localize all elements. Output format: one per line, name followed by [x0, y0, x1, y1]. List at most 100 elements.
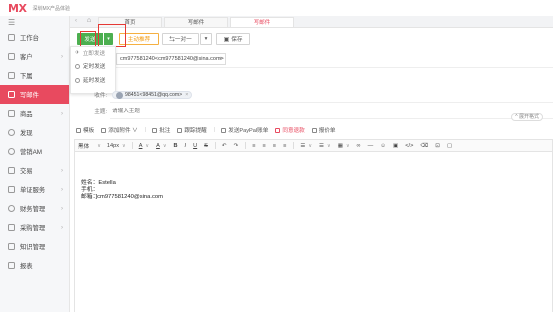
- underline-button[interactable]: U: [193, 143, 197, 149]
- sidebar-item-compose-mail[interactable]: 写邮件: [0, 85, 69, 104]
- annotation-button[interactable]: 批注: [152, 126, 170, 134]
- chevron-down-icon: ∨: [122, 142, 126, 149]
- finance-icon: [8, 205, 15, 212]
- emoji-icon[interactable]: ☺: [380, 143, 386, 149]
- chevron-right-icon: ›: [61, 167, 63, 174]
- discover-icon: [8, 129, 15, 136]
- highlight-color-icon[interactable]: A ∨: [156, 143, 166, 149]
- template-button[interactable]: 模板: [76, 126, 94, 134]
- sidebar-item-knowledge[interactable]: 知识管理: [0, 237, 69, 256]
- send-now-menu-item[interactable]: ✈ 立即发送: [71, 47, 115, 59]
- subject-row: 主题:: [70, 104, 553, 118]
- sidebar-item-procurement[interactable]: 采购管理 ›: [0, 218, 69, 237]
- compose-actions: 模板 添加附件 ∨ | 批注 跟踪提醒 | 发送PayPal账单 同意退款 报价单: [76, 124, 553, 136]
- sidebar-item-label: 财务管理: [20, 206, 46, 213]
- tab-compose-1[interactable]: 写邮件: [164, 17, 228, 27]
- annotation-label: 批注: [159, 128, 171, 134]
- fullscreen-icon[interactable]: ⊡: [435, 143, 440, 149]
- one-to-one-button[interactable]: ⇆一对一: [162, 33, 199, 45]
- font-color-icon[interactable]: A ∨: [139, 143, 149, 149]
- save-button[interactable]: ▣ 保存: [216, 33, 250, 45]
- sidebar-item-products[interactable]: 商品 ›: [0, 104, 69, 123]
- subject-input[interactable]: [112, 108, 412, 114]
- chevron-right-icon: ›: [61, 224, 63, 231]
- code-icon[interactable]: </>: [405, 143, 413, 149]
- bullet-list-icon[interactable]: ☰ ∨: [300, 143, 312, 149]
- compose-mail-icon: [8, 91, 15, 98]
- numbered-list-icon[interactable]: ☰ ∨: [319, 143, 331, 149]
- agree-refund-label: 同意退款: [282, 128, 305, 134]
- sidebar-toggle-icon[interactable]: ☰: [0, 16, 69, 28]
- recipient-row: 收件: 98451<98451@qq.com> ×: [70, 88, 553, 102]
- highlight-send-box: [80, 31, 96, 47]
- sidebar-item-subordinates[interactable]: 下属: [0, 66, 69, 85]
- sender-select[interactable]: cm977581240<cm977581240@sina.com> ▾: [116, 53, 226, 65]
- one-to-one-dropdown-button[interactable]: ▾: [200, 33, 212, 45]
- align-left-icon[interactable]: ≡: [252, 143, 255, 149]
- align-center-icon[interactable]: ≡: [263, 143, 266, 149]
- sidebar-item-reports[interactable]: 报表: [0, 256, 69, 275]
- delayed-send-menu-item[interactable]: 延时发送: [71, 73, 115, 87]
- font-family-value: 黑体: [78, 143, 90, 150]
- align-right-icon[interactable]: ≡: [273, 143, 276, 149]
- sidebar-item-marketing-am[interactable]: 营销AM: [0, 142, 69, 161]
- bold-button[interactable]: B: [174, 143, 178, 149]
- sidebar-item-label: 工作台: [20, 35, 39, 42]
- strikethrough-button[interactable]: S: [204, 143, 208, 149]
- customers-icon: [8, 53, 15, 60]
- home-icon[interactable]: ⌂: [82, 15, 96, 27]
- sidebar-item-finance[interactable]: 财务管理 ›: [0, 199, 69, 218]
- chevron-right-icon: ›: [61, 53, 63, 60]
- clock-icon: [75, 77, 80, 83]
- recipient-chip[interactable]: 98451<98451@qq.com> ×: [112, 91, 193, 99]
- products-icon: [8, 110, 15, 117]
- tab-compose-active[interactable]: 写邮件: [230, 17, 294, 27]
- sender-value: cm977581240<cm977581240@sina.com>: [120, 56, 224, 62]
- undo-icon[interactable]: ↶: [222, 143, 227, 149]
- close-icon[interactable]: ×: [185, 92, 188, 98]
- divider: |: [213, 127, 216, 133]
- quotation-button[interactable]: 报价单: [311, 126, 336, 134]
- tab-prev-icon[interactable]: ‹: [70, 15, 82, 27]
- sidebar-item-customers[interactable]: 客户 ›: [0, 47, 69, 66]
- paypal-invoice-icon: [221, 127, 227, 133]
- sidebar-item-label: 客户: [20, 54, 33, 61]
- italic-button[interactable]: I: [185, 143, 187, 149]
- align-justify-icon[interactable]: ≡: [283, 143, 286, 149]
- signature-block: 姓名：Estella 手机： 邮箱：]cm977581240@sina.com: [81, 180, 163, 201]
- expand-format-button[interactable]: ^ 展开格式: [511, 113, 543, 121]
- image-icon[interactable]: ▣: [393, 143, 398, 149]
- sidebar-item-label: 发现: [20, 130, 33, 137]
- sidebar-item-discover[interactable]: 发现: [0, 123, 69, 142]
- link-icon[interactable]: ∞: [357, 143, 361, 149]
- sidebar-item-workbench[interactable]: 工作台: [0, 28, 69, 47]
- send-now-icon: ✈: [75, 50, 80, 56]
- sidebar: ☰ 工作台 客户 › 下属 写邮件 商品 › 发现 营销AM 交易 › 单证服务 › 财务管理 › 采购管理 ›…: [0, 16, 70, 312]
- sidebar-item-label: 写邮件: [20, 92, 39, 99]
- redo-icon[interactable]: ↷: [234, 143, 239, 149]
- clear-format-icon[interactable]: ⌫: [420, 143, 428, 149]
- preview-icon[interactable]: ▢: [447, 143, 452, 149]
- follow-up-reminder-label: 跟踪提醒: [184, 128, 207, 134]
- sidebar-item-label: 营销AM: [20, 149, 43, 156]
- table-icon[interactable]: ▦ ∨: [338, 143, 350, 149]
- font-size-select[interactable]: 14px ∨: [107, 143, 126, 149]
- company-name: 深圳MX产品体验: [32, 5, 70, 12]
- font-family-select[interactable]: 黑体 ∨: [78, 142, 101, 150]
- follow-up-reminder-button[interactable]: 跟踪提醒: [177, 126, 207, 134]
- procurement-icon: [8, 224, 15, 231]
- divider: [293, 142, 295, 149]
- sidebar-item-documents[interactable]: 单证服务 ›: [0, 180, 69, 199]
- scheduled-send-menu-item[interactable]: 定时发送: [71, 59, 115, 73]
- sidebar-item-label: 知识管理: [20, 244, 46, 251]
- scheduled-send-label: 定时发送: [83, 64, 106, 70]
- template-icon: [76, 127, 81, 133]
- chevron-right-icon: ›: [61, 110, 63, 117]
- add-attachment-button[interactable]: 添加附件 ∨: [101, 126, 138, 134]
- paypal-invoice-button[interactable]: 发送PayPal账单: [221, 126, 268, 134]
- horizontal-rule-icon[interactable]: —: [368, 143, 374, 149]
- sidebar-item-trade[interactable]: 交易 ›: [0, 161, 69, 180]
- annotation-icon: [152, 127, 158, 133]
- email-body-editor[interactable]: 姓名：Estella 手机： 邮箱：]cm977581240@sina.com: [74, 152, 553, 312]
- agree-refund-button[interactable]: 同意退款: [275, 126, 305, 134]
